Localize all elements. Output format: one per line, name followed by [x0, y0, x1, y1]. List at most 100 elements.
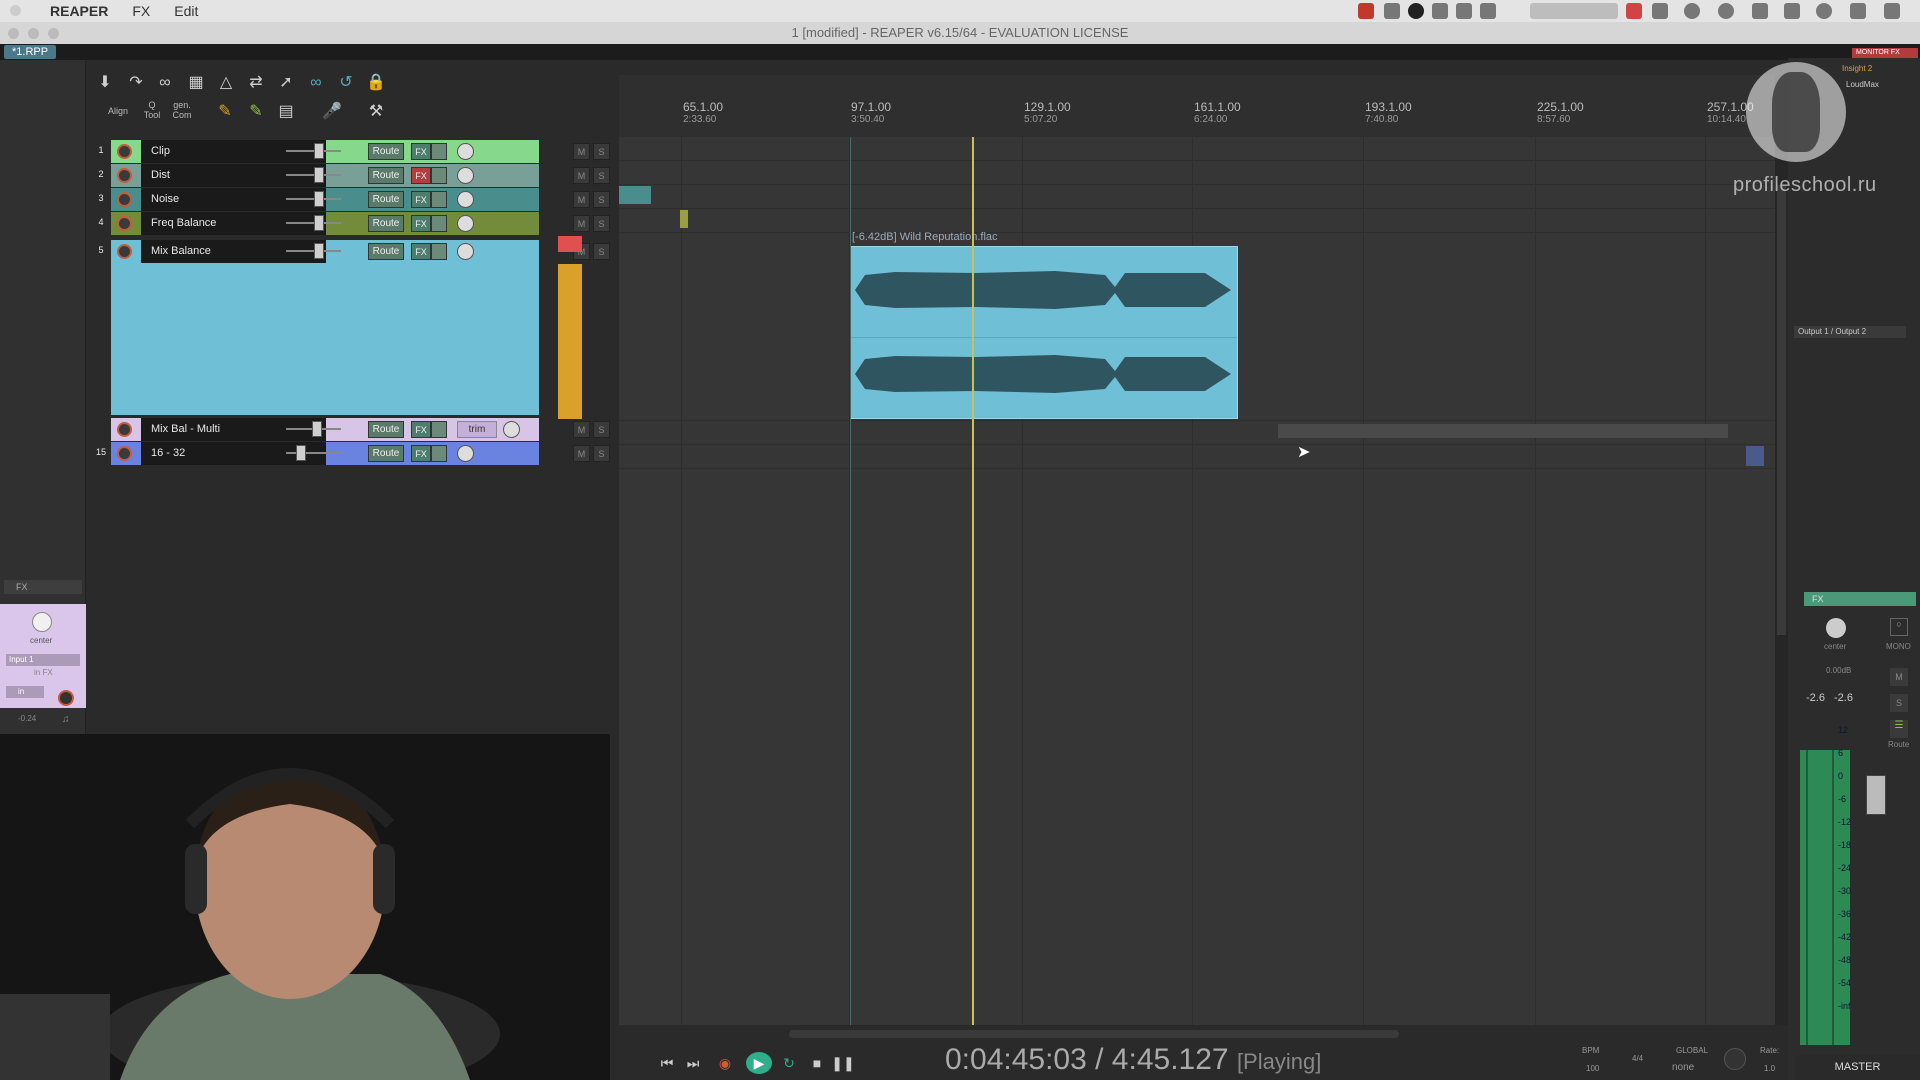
move-tray-icon[interactable] — [1752, 3, 1768, 19]
apple-icon[interactable] — [10, 5, 21, 16]
track-row[interactable]: Mix Bal - Multi Route FX trim M S — [93, 418, 610, 441]
freq-item[interactable] — [680, 210, 688, 228]
app-tray-icon[interactable] — [1358, 3, 1374, 19]
chart-icon[interactable]: ▤ — [276, 102, 296, 122]
go-to-end-icon[interactable]: ⏭ — [680, 1052, 706, 1074]
chat-tray-icon[interactable] — [1384, 3, 1400, 19]
mute-button[interactable]: M — [573, 167, 590, 184]
user-tray-icon[interactable] — [1456, 3, 1472, 19]
mono-icon[interactable]: ○ — [1890, 618, 1908, 636]
loop-icon[interactable]: ↺ — [336, 73, 356, 93]
route-button[interactable]: Route — [368, 143, 404, 160]
solo-button[interactable]: S — [593, 191, 610, 208]
fx-bypass-toggle[interactable] — [431, 191, 447, 208]
solo-button[interactable]: S — [593, 215, 610, 232]
zoom-window-button[interactable] — [48, 28, 59, 39]
solo-button[interactable]: S — [593, 243, 610, 260]
volume-icon[interactable] — [1850, 3, 1866, 19]
mute-button[interactable]: M — [573, 421, 590, 438]
fx-button[interactable]: FX — [411, 421, 431, 438]
record-arm-button[interactable] — [117, 216, 132, 231]
mini-input-select[interactable]: Input 1 — [6, 654, 80, 666]
route-button[interactable]: Route — [368, 421, 404, 438]
mini-record-arm[interactable] — [58, 690, 74, 706]
fx-button[interactable]: FX — [411, 243, 431, 260]
mini-fx-button[interactable]: FX — [4, 580, 82, 594]
automation-mode-select[interactable]: none — [1672, 1062, 1694, 1073]
record-arm-button[interactable] — [117, 446, 132, 461]
volume-fader[interactable] — [286, 421, 341, 437]
media-item[interactable] — [850, 246, 1238, 419]
pan-knob[interactable] — [457, 243, 474, 260]
microphone-icon[interactable]: 🎤 — [322, 102, 342, 122]
fx-button[interactable]: FX — [411, 445, 431, 462]
track-row[interactable]: 4 Freq Balance Route FX M S — [93, 212, 610, 235]
volume-fader[interactable] — [286, 191, 341, 207]
bpm-value[interactable]: 100 — [1586, 1064, 1599, 1073]
mute-button[interactable]: M — [573, 143, 590, 160]
fx-button[interactable]: FX — [411, 215, 431, 232]
grid-icon[interactable]: ▦ — [186, 73, 206, 93]
fx-bypass-toggle[interactable] — [431, 445, 447, 462]
monitor-fx-button[interactable]: MONITOR FX — [1852, 48, 1918, 58]
fx-bypass-toggle[interactable] — [431, 167, 447, 184]
mute-button[interactable]: M — [573, 445, 590, 462]
track-row[interactable]: 3 Noise Route FX M S — [93, 188, 610, 211]
minimize-window-button[interactable] — [28, 28, 39, 39]
track-row[interactable]: 2 Dist Route FX M S — [93, 164, 610, 187]
master-fader[interactable] — [1866, 775, 1886, 815]
master-route-icon[interactable]: ☰ — [1890, 720, 1908, 738]
solo-button[interactable]: S — [593, 421, 610, 438]
go-to-start-icon[interactable]: ⏮ — [654, 1052, 680, 1074]
master-output-select[interactable]: Output 1 / Output 2 — [1794, 326, 1906, 338]
route-button[interactable]: Route — [368, 167, 404, 184]
fx-button[interactable]: FX — [411, 191, 431, 208]
lock-icon[interactable]: 🔒 — [366, 73, 386, 93]
live-tray-icon[interactable] — [1626, 3, 1642, 19]
grid-tray-icon[interactable] — [1652, 3, 1668, 19]
volume-fader[interactable] — [286, 167, 341, 183]
solo-button[interactable]: S — [593, 445, 610, 462]
pan-knob[interactable] — [503, 421, 520, 438]
solo-button[interactable]: S — [593, 143, 610, 160]
volume-fader[interactable] — [286, 143, 341, 159]
play-button[interactable]: ▶ — [746, 1052, 772, 1074]
rate-value[interactable]: 1.0 — [1764, 1064, 1775, 1073]
fx-bypass-toggle[interactable] — [431, 215, 447, 232]
speaker-icon[interactable]: ♫ — [62, 714, 70, 725]
record-arm-button[interactable] — [117, 422, 132, 437]
color-item-icon[interactable]: ✎ — [246, 102, 266, 122]
noise-item[interactable] — [619, 186, 651, 204]
horizontal-scrollbar[interactable] — [789, 1030, 1399, 1038]
master-pan-knob[interactable] — [1826, 618, 1846, 638]
fx-bypass-toggle[interactable] — [431, 243, 447, 260]
arrange-view[interactable] — [619, 75, 1775, 1025]
mute-button[interactable]: M — [573, 215, 590, 232]
route-button[interactable]: Route — [368, 243, 404, 260]
record-button[interactable]: ◉ — [712, 1052, 738, 1074]
clip-indicator[interactable] — [558, 236, 582, 252]
vertical-scrollbar[interactable] — [1775, 75, 1788, 1025]
project-tab[interactable]: *1.RPP — [4, 45, 57, 59]
search-icon[interactable] — [1816, 3, 1832, 19]
menu-edit[interactable]: Edit — [162, 3, 210, 19]
track-row[interactable]: 15 16 - 32 Route FX M S — [93, 442, 610, 465]
multi-track-item[interactable] — [1278, 424, 1728, 438]
record-arm-button[interactable] — [117, 168, 132, 183]
record-arm-button[interactable] — [117, 244, 132, 259]
ripple-icon[interactable]: ⇄ — [246, 73, 266, 93]
small-item[interactable] — [1746, 446, 1764, 466]
record-arm-button[interactable] — [117, 192, 132, 207]
volume-fader[interactable] — [286, 243, 341, 259]
loudmax-plugin[interactable]: LoudMax — [1846, 80, 1879, 89]
mute-button[interactable]: M — [573, 191, 590, 208]
fx-bypass-toggle[interactable] — [431, 421, 447, 438]
master-fx-button[interactable]: FX — [1804, 592, 1916, 606]
stop-button[interactable]: ■ — [804, 1052, 830, 1074]
bolt-tray-icon[interactable] — [1684, 3, 1700, 19]
route-button[interactable]: Route — [368, 191, 404, 208]
record-tray-icon[interactable] — [1408, 3, 1424, 19]
metronome-icon[interactable]: △ — [216, 73, 236, 93]
record-arm-button[interactable] — [117, 144, 132, 159]
volume-fader[interactable] — [286, 215, 341, 231]
